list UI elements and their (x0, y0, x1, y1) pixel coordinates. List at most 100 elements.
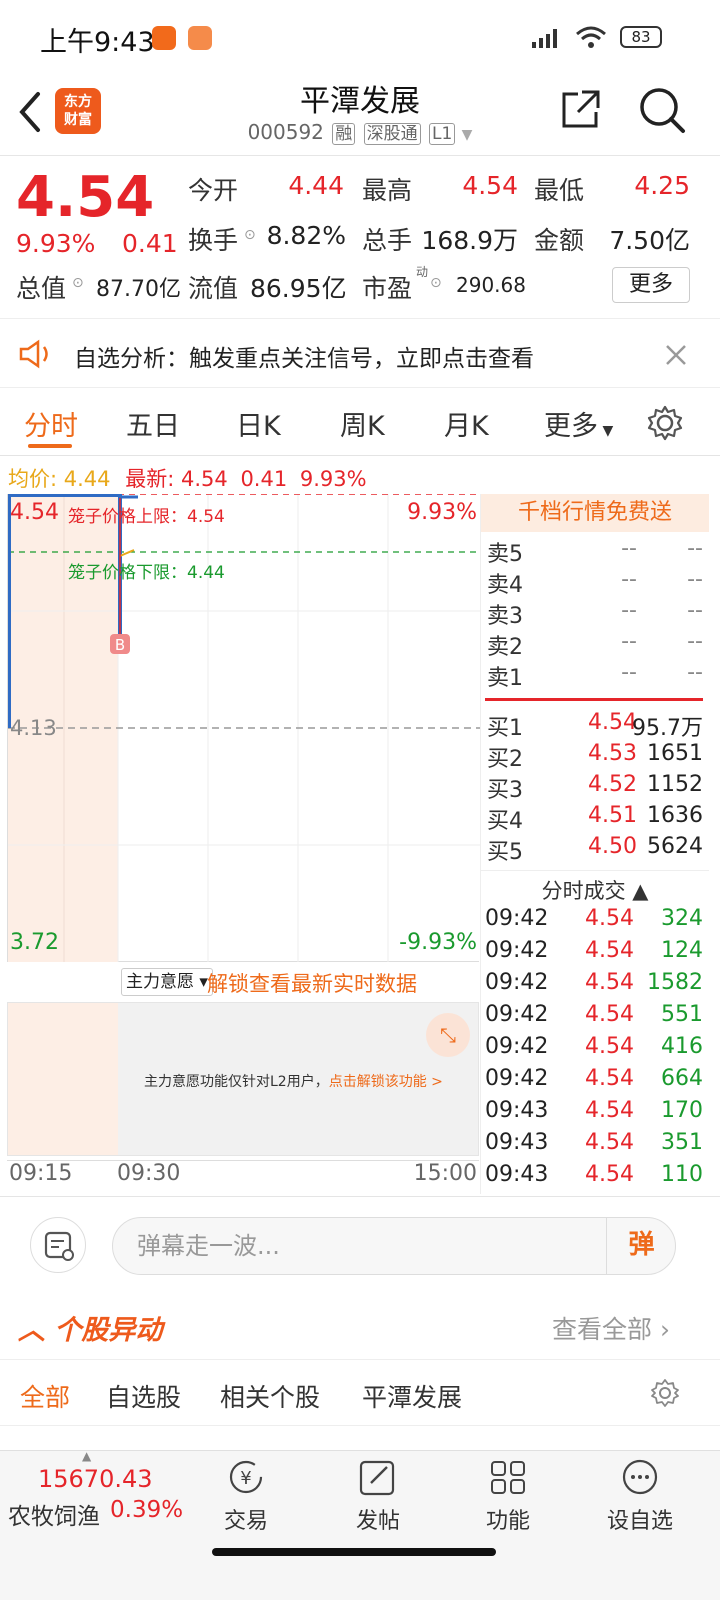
low-label: 最低 (534, 176, 585, 205)
unlock-realtime-link[interactable]: 解锁查看最新实时数据 (207, 968, 417, 998)
settings-gear-icon[interactable] (650, 1378, 680, 1408)
float-label: 流值 (188, 274, 239, 303)
ask-label: 卖2 (487, 635, 523, 660)
info-icon[interactable]: ⊙ (72, 275, 84, 291)
time-axis: 09:15 09:30 15:00 (7, 1160, 479, 1190)
tab-intraday[interactable]: 分时 (24, 404, 78, 443)
tab-daily-k[interactable]: 日K (236, 404, 281, 443)
sector-index-value[interactable]: 15670.43 (38, 1465, 153, 1493)
bid-label: 买3 (487, 778, 523, 803)
speaker-icon (19, 339, 48, 369)
volume-label: 总手 (362, 226, 413, 255)
notice-bar[interactable]: 自选分析：触发重点关注信号，立即点击查看 (0, 318, 720, 388)
tick-time: 09:43 (485, 1098, 549, 1123)
tick-row: 09:42 4.54 551 (485, 1002, 705, 1034)
time-tick: 15:00 (413, 1161, 477, 1186)
share-icon[interactable] (560, 88, 602, 130)
nav-add-watchlist[interactable]: 设自选 (590, 1457, 690, 1541)
ask-label: 卖3 (487, 604, 523, 629)
expand-icon[interactable]: ⤡ (426, 1013, 470, 1057)
pre-open-shade (8, 1003, 118, 1155)
tick-volume: 324 (661, 906, 703, 931)
bid-price: 4.54 (588, 710, 637, 735)
nav-functions[interactable]: 功能 (458, 1457, 558, 1541)
chevron-up-icon: ︿ (18, 1315, 45, 1346)
unlock-feature-link[interactable]: 点击解锁该功能 > (329, 1074, 443, 1090)
open-value: 4.44 (288, 171, 344, 200)
movers-title-text: 个股异动 (54, 1315, 163, 1346)
stock-header: 东方 财富 平潭发展 000592 融 深股通 L1 ▼ (0, 72, 720, 156)
open-label: 今开 (188, 176, 239, 205)
tab-weekly-k[interactable]: 周K (340, 404, 385, 443)
movers-title[interactable]: ︿ 个股异动 (18, 1308, 162, 1347)
movers-tab-related[interactable]: 相关个股 (220, 1378, 320, 1414)
danmaku-send-button[interactable]: 弹 (606, 1217, 676, 1275)
tab-more-label: 更多 (544, 411, 598, 442)
tick-time: 09:43 (485, 1130, 549, 1155)
tag-margin: 融 (332, 123, 356, 145)
avg-line (119, 549, 135, 557)
search-icon[interactable] (638, 86, 686, 134)
bid-row: 买3 4.52 1152 (485, 772, 705, 803)
turnover-value: 8.82% (266, 221, 346, 250)
info-icon[interactable]: ⊙ (244, 227, 256, 243)
movers-tab-all[interactable]: 全部 (20, 1378, 70, 1414)
ask-price: -- (621, 629, 637, 654)
sector-index-name[interactable]: 农牧饲渔 (8, 1497, 100, 1531)
bid-row: 买5 4.50 5624 (485, 834, 705, 865)
ask-label: 卖1 (487, 666, 523, 691)
notification-app-icon-2 (188, 26, 212, 50)
bid-price: 4.52 (588, 772, 637, 797)
chevron-down-icon[interactable]: ▼ (462, 127, 473, 143)
ticks-title[interactable]: 分时成交 ▲ (481, 870, 709, 905)
notice-text: 自选分析：触发重点关注信号，立即点击查看 (74, 346, 534, 372)
movers-tabs: 全部 自选股 相关个股 平潭发展 (0, 1360, 720, 1426)
stock-name: 平潭发展 (300, 84, 420, 119)
bid-volume: 1651 (647, 741, 703, 766)
tick-time: 09:42 (485, 938, 549, 963)
nav-post[interactable]: 发帖 (328, 1457, 428, 1541)
view-all-text: 查看全部 (552, 1315, 653, 1344)
movers-tab-stock[interactable]: 平潭发展 (362, 1378, 462, 1414)
home-indicator[interactable] (212, 1548, 496, 1556)
amount-value: 7.50亿 (609, 226, 690, 255)
avg-value: 4.44 (63, 467, 111, 491)
more-button[interactable]: 更多 (612, 267, 690, 303)
tick-row: 09:42 4.54 1582 (485, 970, 705, 1002)
danmaku-input[interactable]: 弹幕走一波... (112, 1217, 676, 1275)
bid-volume: 95.7万 (632, 716, 703, 741)
pe-dynamic-sup: 动 (416, 265, 429, 279)
main-force-select[interactable]: 主力意愿 ▾ (121, 968, 213, 996)
danmaku-settings-icon[interactable] (30, 1217, 86, 1273)
main-force-bar: 主力意愿 ▾ 解锁查看最新实时数据 (7, 964, 479, 1002)
bid-price: 4.51 (588, 803, 637, 828)
depth-promo-banner[interactable]: 千档行情免费送 (481, 494, 709, 532)
ask-price: -- (621, 660, 637, 685)
chevron-right-icon: › (659, 1315, 670, 1344)
nav-trade[interactable]: ¥ 交易 (196, 1457, 296, 1541)
view-all-link[interactable]: 查看全部 › (552, 1310, 670, 1346)
info-icon[interactable]: ⊙ (430, 275, 442, 291)
tab-five-day[interactable]: 五日 (126, 404, 180, 443)
intraday-chart[interactable]: B 4.54 9.93% 笼子价格上限：4.54 笼子价格下限：4.44 4.1… (7, 494, 480, 962)
status-time: 上午9:43 (40, 27, 155, 58)
tab-more[interactable]: 更多 ▼ (544, 404, 613, 443)
movers-tab-watchlist[interactable]: 自选股 (106, 1378, 181, 1414)
close-icon[interactable] (664, 343, 688, 367)
low-value: 4.25 (634, 171, 690, 200)
buy-marker-text: B (115, 636, 125, 654)
settings-gear-icon[interactable] (646, 404, 684, 442)
trade-icon: ¥ (229, 1460, 263, 1494)
mcap-value: 87.70亿 (96, 277, 181, 302)
tick-price: 4.54 (585, 1098, 634, 1123)
y-mid-price: 4.13 (10, 716, 57, 740)
bid-row: 买4 4.51 1636 (485, 803, 705, 834)
tick-time: 09:42 (485, 1034, 549, 1059)
tab-monthly-k[interactable]: 月K (444, 404, 489, 443)
tick-price: 4.54 (585, 1066, 634, 1091)
tick-row: 09:42 4.54 416 (485, 1034, 705, 1066)
tick-price: 4.54 (585, 1162, 634, 1187)
ask-volume: -- (687, 660, 703, 685)
high-value: 4.54 (462, 171, 518, 200)
ask-volume: -- (687, 567, 703, 592)
